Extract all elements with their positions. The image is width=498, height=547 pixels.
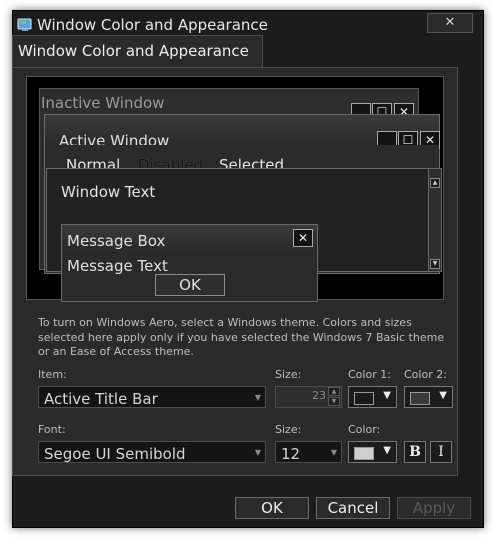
cancel-button[interactable]: Cancel <box>316 497 390 519</box>
font-size-select[interactable]: 12 ▼ <box>275 441 342 463</box>
tab-window-color-and-appearance[interactable]: Window Color and Appearance <box>12 35 263 68</box>
chevron-down-icon: ▼ <box>383 390 391 401</box>
italic-toggle[interactable]: I <box>430 441 452 463</box>
item-size-label: Size: <box>275 368 302 381</box>
item-select[interactable]: Active Title Bar ▼ <box>38 386 266 408</box>
close-button[interactable]: ✕ <box>427 13 473 33</box>
chevron-down-icon: ▼ <box>254 393 261 402</box>
chevron-down-icon: ▼ <box>383 445 391 456</box>
aero-description: To turn on Windows Aero, select a Window… <box>38 316 445 358</box>
font-color-button[interactable]: ▼ <box>348 441 397 463</box>
message-box-ok-button[interactable]: OK <box>155 274 225 296</box>
stepper-down-icon[interactable]: ▼ <box>328 397 340 406</box>
message-box-title[interactable]: Message Box <box>67 232 165 250</box>
font-size-label: Size: <box>275 423 302 436</box>
chevron-down-icon: ▼ <box>254 448 261 457</box>
font-size-value: 12 <box>281 445 301 463</box>
chevron-down-icon: ▼ <box>330 448 337 457</box>
apply-button[interactable]: Apply <box>397 497 471 519</box>
stepper-up-icon[interactable]: ▲ <box>328 387 340 396</box>
font-value: Segoe UI Semibold <box>44 445 186 463</box>
bold-toggle[interactable]: B <box>404 441 426 463</box>
window-text[interactable]: Window Text <box>61 183 155 201</box>
color2-label: Color 2: <box>404 368 447 381</box>
font-label: Font: <box>38 423 66 436</box>
item-size-stepper[interactable]: 23 ▲ ▼ <box>275 386 342 408</box>
scroll-up-icon: ▲ <box>430 178 440 188</box>
chevron-down-icon: ▼ <box>439 390 447 401</box>
display-settings-icon <box>17 17 33 33</box>
message-text[interactable]: Message Text <box>67 257 168 275</box>
color1-swatch <box>354 392 374 405</box>
font-color-swatch <box>354 447 374 460</box>
ok-button[interactable]: OK <box>235 497 309 519</box>
window-title: Window Color and Appearance <box>37 16 268 34</box>
inactive-window-title[interactable]: Inactive Window <box>41 94 164 112</box>
item-size-value: 23 <box>312 389 326 402</box>
color2-swatch <box>410 392 430 405</box>
message-box-close-icon: ✕ <box>293 229 313 247</box>
item-value: Active Title Bar <box>44 390 158 408</box>
color2-button[interactable]: ▼ <box>404 386 453 408</box>
scroll-down-icon: ▼ <box>430 259 440 269</box>
font-color-label: Color: <box>348 423 381 436</box>
close-icon: ✕ <box>444 15 456 30</box>
color1-button[interactable]: ▼ <box>348 386 397 408</box>
tab-label: Window Color and Appearance <box>18 42 249 60</box>
color1-label: Color 1: <box>348 368 391 381</box>
item-label: Item: <box>38 368 67 381</box>
font-select[interactable]: Segoe UI Semibold ▼ <box>38 441 266 463</box>
